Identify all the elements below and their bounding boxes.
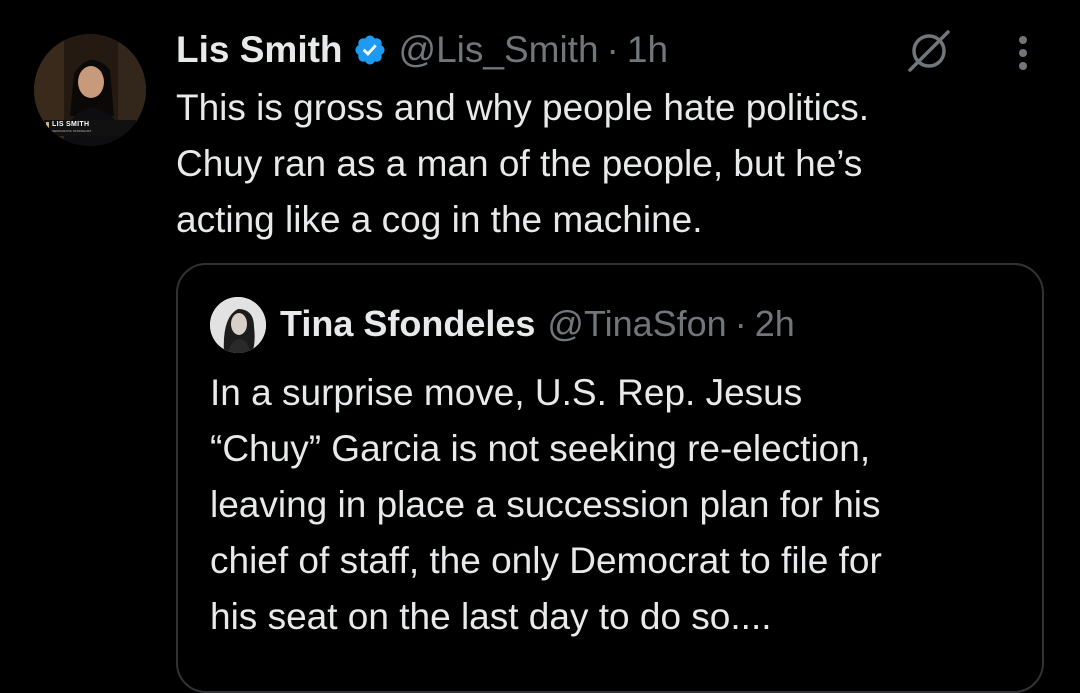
quoted-author-name: Tina Sfondeles [280, 303, 536, 344]
more-options-icon [1019, 36, 1027, 70]
author-handle[interactable]: @Lis_Smith [399, 29, 599, 71]
quoted-tweet-card[interactable]: Tina Sfondeles @TinaSfon · 2h In a surpr… [176, 263, 1044, 693]
quoted-text-line: In a surprise move, U.S. Rep. Jesus [210, 372, 803, 413]
avatar-subcaption: DEMOCRATIC STRATEGIST [52, 129, 92, 133]
quoted-tweet-header: Tina Sfondeles @TinaSfon · 2h [280, 301, 795, 347]
tweet-text-line: This is gross and why people hate politi… [176, 87, 870, 128]
grok-icon [908, 30, 950, 72]
quoted-text-line: “Chuy” Garcia is not seeking re-election… [210, 428, 871, 469]
header-separator: · [606, 29, 619, 70]
more-options-button[interactable] [1006, 30, 1040, 76]
quoted-text-line: leaving in place a succession plan for h… [210, 484, 881, 525]
avatar-caption: LIS SMITH [52, 121, 90, 128]
quoted-author-avatar [210, 297, 266, 353]
quoted-text-line: his seat on the last day to do so.... [210, 596, 772, 637]
quoted-text-line: chief of staff, the only Democrat to fil… [210, 540, 882, 581]
quoted-header-separator: · [734, 303, 747, 344]
author-name[interactable]: Lis Smith [176, 29, 343, 71]
tweet-text-line: acting like a cog in the machine. [176, 199, 703, 240]
quoted-tweet-text: In a surprise move, U.S. Rep. Jesus “Chu… [210, 365, 1030, 645]
tweet[interactable]: LIS SMITH DEMOCRATIC STRATEGIST Lis Smit… [0, 0, 1080, 693]
tweet-text: This is gross and why people hate politi… [176, 80, 1056, 248]
verified-badge-icon [355, 35, 385, 65]
tweet-header: Lis Smith @Lis_Smith · 1h [176, 26, 668, 74]
quoted-author-handle: @TinaSfon [547, 303, 727, 344]
quoted-tweet-timestamp: 2h [754, 303, 795, 344]
author-avatar[interactable]: LIS SMITH DEMOCRATIC STRATEGIST [34, 34, 146, 146]
tweet-text-line: Chuy ran as a man of the people, but he’… [176, 143, 863, 184]
tweet-timestamp[interactable]: 1h [627, 29, 668, 71]
grok-button[interactable] [900, 26, 956, 74]
